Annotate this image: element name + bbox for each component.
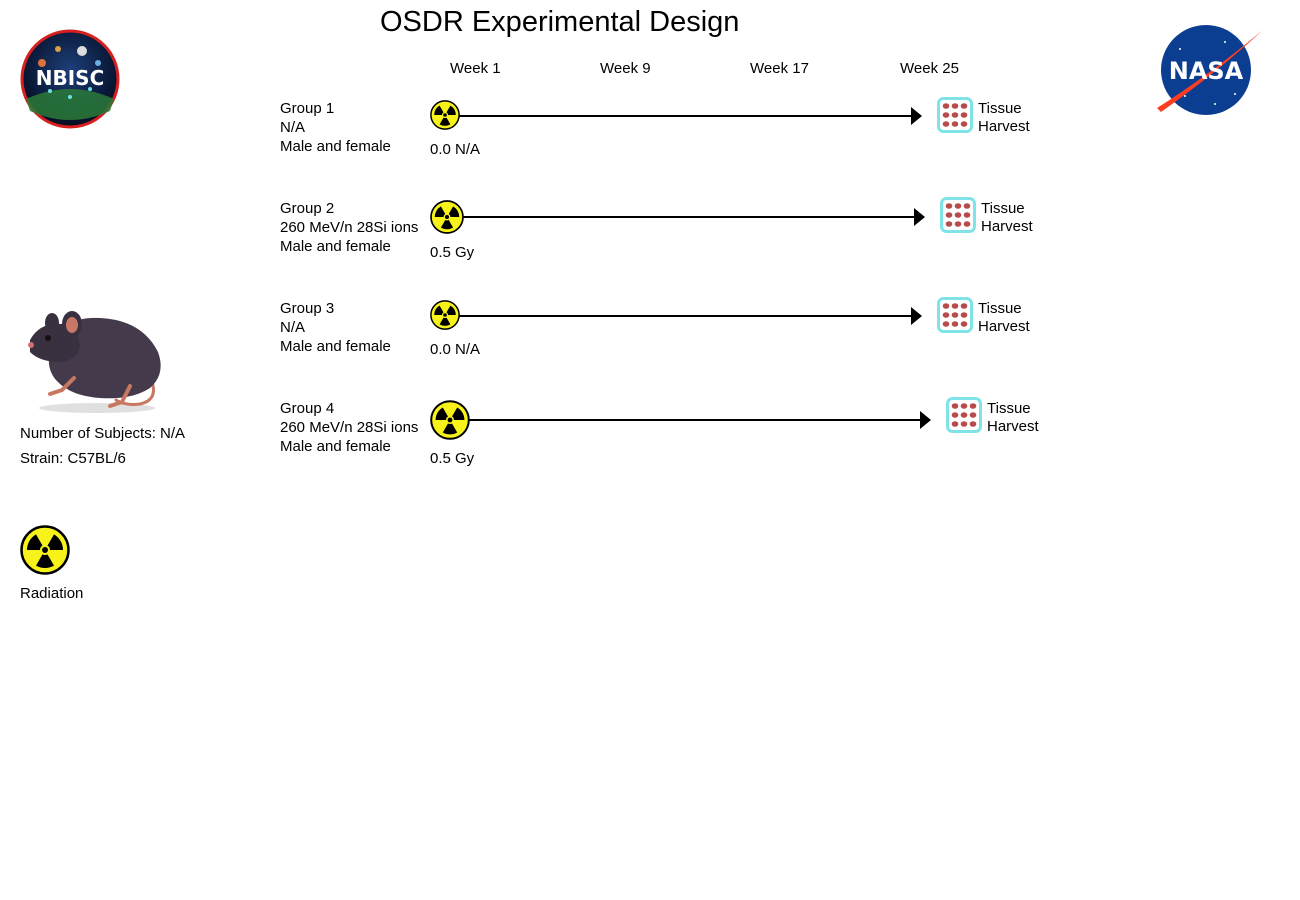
subject-strain: Strain: C57BL/6 bbox=[20, 450, 126, 467]
week-header-2: Week 9 bbox=[600, 60, 651, 77]
endpoint-line-2: Harvest bbox=[978, 318, 1030, 335]
legend-radiation-label: Radiation bbox=[20, 585, 84, 602]
group-radiation: N/A bbox=[280, 119, 306, 136]
group-1-endpoint: Tissue Harvest bbox=[978, 100, 1030, 136]
group-3-radiation-icon bbox=[430, 300, 460, 330]
group-radiation: N/A bbox=[280, 319, 306, 336]
group-radiation: 260 MeV/n 28Si ions bbox=[280, 219, 419, 236]
group-1-label: Group 1 N/A Male and female bbox=[280, 100, 391, 157]
nasa-logo-text: NASA bbox=[1169, 57, 1244, 85]
group-radiation: 260 MeV/n 28Si ions bbox=[280, 419, 419, 436]
group-3-timeline-arrow bbox=[459, 306, 923, 326]
group-3-endpoint: Tissue Harvest bbox=[978, 300, 1030, 336]
group-name: Group 1 bbox=[280, 100, 335, 117]
group-2-label: Group 2 260 MeV/n 28Si ions Male and fem… bbox=[280, 200, 418, 257]
group-4-label: Group 4 260 MeV/n 28Si ions Male and fem… bbox=[280, 400, 418, 457]
page-title: OSDR Experimental Design bbox=[380, 6, 740, 38]
endpoint-line-1: Tissue bbox=[978, 300, 1022, 317]
group-1-radiation-icon bbox=[430, 100, 460, 130]
group-4-endpoint: Tissue Harvest bbox=[987, 400, 1039, 436]
group-name: Group 3 bbox=[280, 300, 335, 317]
group-name: Group 4 bbox=[280, 400, 335, 417]
group-2-tissue-icon bbox=[940, 197, 976, 233]
endpoint-line-2: Harvest bbox=[978, 118, 1030, 135]
week-header-3: Week 17 bbox=[750, 60, 809, 77]
group-2-endpoint: Tissue Harvest bbox=[981, 200, 1033, 236]
subject-count: Number of Subjects: N/A bbox=[20, 425, 186, 442]
nbisc-logo-text: NBISC bbox=[36, 66, 105, 90]
group-3-label: Group 3 N/A Male and female bbox=[280, 300, 391, 357]
week-header-1: Week 1 bbox=[450, 60, 501, 77]
group-2-radiation-icon bbox=[430, 200, 464, 234]
group-4-timeline-arrow bbox=[469, 410, 932, 430]
group-4-radiation-icon bbox=[430, 400, 470, 440]
group-4-dose: 0.5 Gy bbox=[430, 450, 475, 467]
group-1-timeline-arrow bbox=[459, 106, 923, 126]
group-name: Group 2 bbox=[280, 200, 335, 217]
nbisc-logo: NBISC bbox=[20, 29, 120, 129]
group-sex: Male and female bbox=[280, 338, 391, 355]
group-2-dose: 0.5 Gy bbox=[430, 244, 475, 261]
group-1-tissue-icon bbox=[937, 97, 973, 133]
mouse-icon bbox=[22, 300, 167, 415]
group-sex: Male and female bbox=[280, 438, 391, 455]
week-header-4: Week 25 bbox=[900, 60, 959, 77]
group-3-dose: 0.0 N/A bbox=[430, 341, 481, 358]
group-sex: Male and female bbox=[280, 238, 391, 255]
group-2-timeline-arrow bbox=[463, 207, 926, 227]
group-4-tissue-icon bbox=[946, 397, 982, 433]
endpoint-line-1: Tissue bbox=[987, 400, 1031, 417]
nasa-logo: NASA bbox=[1155, 24, 1265, 116]
endpoint-line-1: Tissue bbox=[981, 200, 1025, 217]
endpoint-line-2: Harvest bbox=[981, 218, 1033, 235]
endpoint-line-2: Harvest bbox=[987, 418, 1039, 435]
group-3-tissue-icon bbox=[937, 297, 973, 333]
endpoint-line-1: Tissue bbox=[978, 100, 1022, 117]
group-sex: Male and female bbox=[280, 138, 391, 155]
legend-radiation-icon bbox=[20, 525, 70, 575]
group-1-dose: 0.0 N/A bbox=[430, 141, 481, 158]
